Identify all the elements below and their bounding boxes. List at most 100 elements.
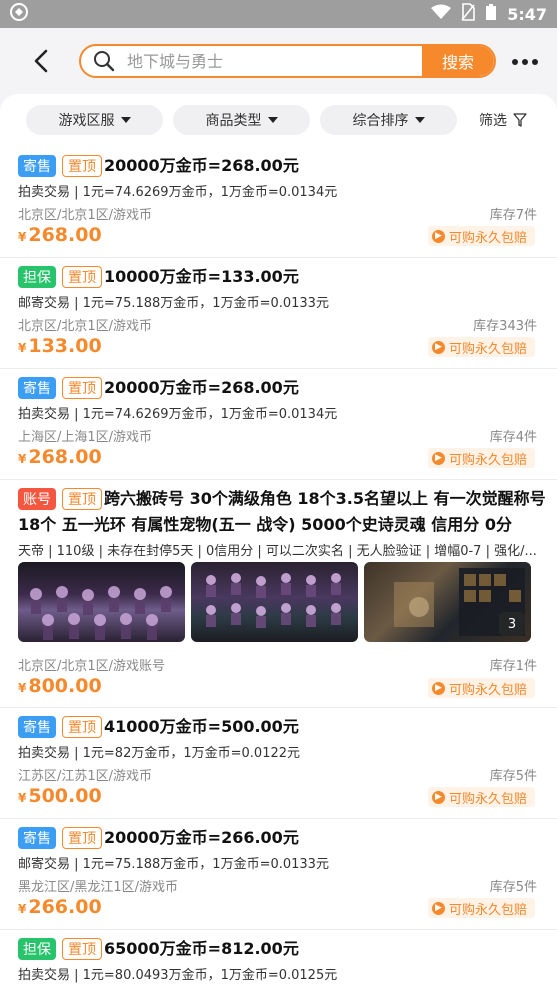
item-stock: 库存1件 — [489, 659, 537, 674]
item-meta: 邮寄交易 | 1元=75.188万金币，1万金币=0.0133元 — [18, 296, 329, 311]
back-button[interactable] — [26, 46, 56, 76]
currency-symbol: ¥ — [18, 452, 27, 466]
item-title: 20000万金币=268.00元 — [104, 378, 299, 397]
price-value: 268.00 — [28, 224, 102, 246]
tag-sell: 寄售 — [18, 716, 56, 738]
item-meta: 拍卖交易 | 1元=74.6269万金币，1万金币=0.0134元 — [18, 407, 338, 422]
wifi-icon — [431, 4, 452, 24]
play-icon: ▶ — [431, 901, 445, 915]
currency-symbol: ¥ — [18, 341, 27, 355]
caret-down-icon — [120, 117, 131, 123]
item-title: 20000万金币=266.00元 — [104, 828, 299, 847]
list-item[interactable]: 寄售 置顶 20000万金币=268.00元 拍卖交易 | 1元=74.6269万金… — [0, 146, 557, 258]
item-price: ¥800.00 — [18, 675, 102, 697]
list-item[interactable]: 账号 置顶 跨六搬砖号 30个满级角色 18个3.5名望以上 有一次觉醒称号 18个… — [0, 479, 557, 708]
item-location: 北京区/北京1区/游戏账号 — [18, 659, 166, 674]
price-value: 266.00 — [28, 896, 102, 918]
item-title: 10000万金币=133.00元 — [104, 267, 299, 286]
guarantee-label: 可购永久包赔 — [448, 791, 527, 807]
filter-server[interactable]: 游戏区服 — [26, 105, 163, 135]
item-location: 黑龙江区/黑龙江1区/游戏币 — [18, 880, 179, 895]
item-price: ¥266.00 — [18, 896, 102, 918]
thumbnail-image[interactable] — [191, 562, 358, 642]
search-button[interactable]: 搜索 — [422, 46, 494, 76]
guarantee-badge: ▶ 可购永久包赔 — [427, 898, 535, 918]
item-price: ¥133.00 — [18, 335, 102, 357]
item-price: ¥268.00 — [18, 224, 102, 246]
funnel-icon — [513, 113, 527, 127]
tag-sell: 寄售 — [18, 827, 56, 849]
tag-pinned: 置顶 — [62, 377, 102, 399]
item-location: 北京区/北京1区/游戏币 — [18, 208, 153, 223]
screen-button[interactable]: 筛选 — [479, 110, 527, 130]
filter-product-type[interactable]: 商品类型 — [173, 105, 310, 135]
item-meta: 邮寄交易 | 1元=75.188万金币，1万金币=0.0133元 — [18, 857, 329, 872]
guarantee-badge: ▶ 可购永久包赔 — [427, 226, 535, 246]
item-stock: 库存343件 — [473, 319, 537, 334]
play-icon: ▶ — [431, 681, 445, 695]
chevron-left-icon — [34, 49, 48, 73]
item-stock: 库存5件 — [489, 769, 537, 784]
play-icon: ▶ — [431, 229, 445, 243]
price-value: 800.00 — [28, 675, 102, 697]
item-title: 65000万金币=812.00元 — [104, 939, 299, 958]
currency-symbol: ¥ — [18, 681, 27, 695]
battery-icon — [485, 3, 497, 25]
results-panel: 游戏区服 商品类型 综合排序 筛选 寄售 置顶 20000万金币=268.00元 拍… — [0, 94, 557, 994]
currency-symbol: ¥ — [18, 902, 27, 916]
item-location: 北京区/北京1区/游戏币 — [18, 319, 153, 334]
item-title-line1: 跨六搬砖号 30个满级角色 18个3.5名望以上 有一次觉醒称号 — [104, 489, 546, 508]
guarantee-label: 可购永久包赔 — [448, 452, 527, 468]
price-value: 500.00 — [28, 785, 102, 807]
top-bar: 搜索 — [0, 28, 557, 94]
guarantee-label: 可购永久包赔 — [448, 341, 527, 357]
price-value: 268.00 — [28, 446, 102, 468]
item-stock: 库存4件 — [489, 430, 537, 445]
filter-label: 综合排序 — [352, 113, 409, 129]
guarantee-label: 可购永久包赔 — [448, 902, 527, 918]
filter-sort[interactable]: 综合排序 — [320, 105, 457, 135]
list-item[interactable]: 寄售 置顶 20000万金币=268.00元 拍卖交易 | 1元=74.6269万金… — [0, 368, 557, 480]
play-icon: ▶ — [431, 340, 445, 354]
item-title-block: 账号 置顶 跨六搬砖号 30个满级角色 18个3.5名望以上 有一次觉醒称号 18个… — [18, 486, 546, 538]
image-count-badge: 3 — [499, 612, 525, 636]
tag-sell: 寄售 — [18, 377, 56, 399]
more-dot — [532, 59, 538, 65]
list-item[interactable]: 担保 置顶 65000万金币=812.00元 拍卖交易 | 1元=80.0493万金… — [0, 929, 557, 994]
item-title-line2: 18个 五一光环 有属性宠物(五一 战令) 5000个史诗灵魂 信用分 0分 — [18, 515, 512, 534]
guarantee-label: 可购永久包赔 — [448, 682, 527, 698]
filter-label: 商品类型 — [205, 113, 262, 129]
thumbnail-image[interactable]: 3 — [364, 562, 531, 642]
more-options-button[interactable] — [511, 52, 539, 72]
guarantee-badge: ▶ 可购永久包赔 — [427, 337, 535, 357]
tag-pinned: 置顶 — [62, 938, 102, 960]
no-sim-icon — [461, 3, 476, 25]
list-item[interactable]: 寄售 置顶 41000万金币=500.00元 拍卖交易 | 1元=82万金币，1万金… — [0, 707, 557, 819]
item-gallery: 3 — [18, 562, 531, 642]
caret-down-icon — [267, 117, 278, 123]
tag-account: 账号 — [18, 488, 56, 510]
item-location: 江苏区/江苏1区/游戏币 — [18, 769, 153, 784]
item-stock: 库存7件 — [489, 208, 537, 223]
guarantee-label: 可购永久包赔 — [448, 230, 527, 246]
currency-symbol: ¥ — [18, 791, 27, 805]
more-dot — [522, 59, 528, 65]
list-item[interactable]: 寄售 置顶 20000万金币=266.00元 邮寄交易 | 1元=75.188万金币… — [0, 818, 557, 930]
app-status-icon — [10, 3, 28, 25]
guarantee-badge: ▶ 可购永久包赔 — [427, 787, 535, 807]
guarantee-badge: ▶ 可购永久包赔 — [427, 678, 535, 698]
tag-pinned: 置顶 — [62, 716, 102, 738]
price-value: 133.00 — [28, 335, 102, 357]
item-location: 上海区/上海1区/游戏币 — [18, 430, 153, 445]
search-icon — [93, 50, 115, 72]
tag-sell: 寄售 — [18, 155, 56, 177]
tag-pinned: 置顶 — [62, 827, 102, 849]
thumbnail-image[interactable] — [18, 562, 185, 642]
status-bar: 5:47 — [0, 0, 557, 28]
item-meta: 天帝 | 110级 | 未存在封停5天 | 0信用分 | 可以二次实名 | 无人… — [18, 544, 537, 559]
guarantee-badge: ▶ 可购永久包赔 — [427, 448, 535, 468]
list-item[interactable]: 担保 置顶 10000万金币=133.00元 邮寄交易 | 1元=75.188万金币… — [0, 257, 557, 369]
caret-down-icon — [414, 117, 425, 123]
tag-guarantee: 担保 — [18, 938, 56, 960]
search-input[interactable] — [125, 50, 409, 72]
